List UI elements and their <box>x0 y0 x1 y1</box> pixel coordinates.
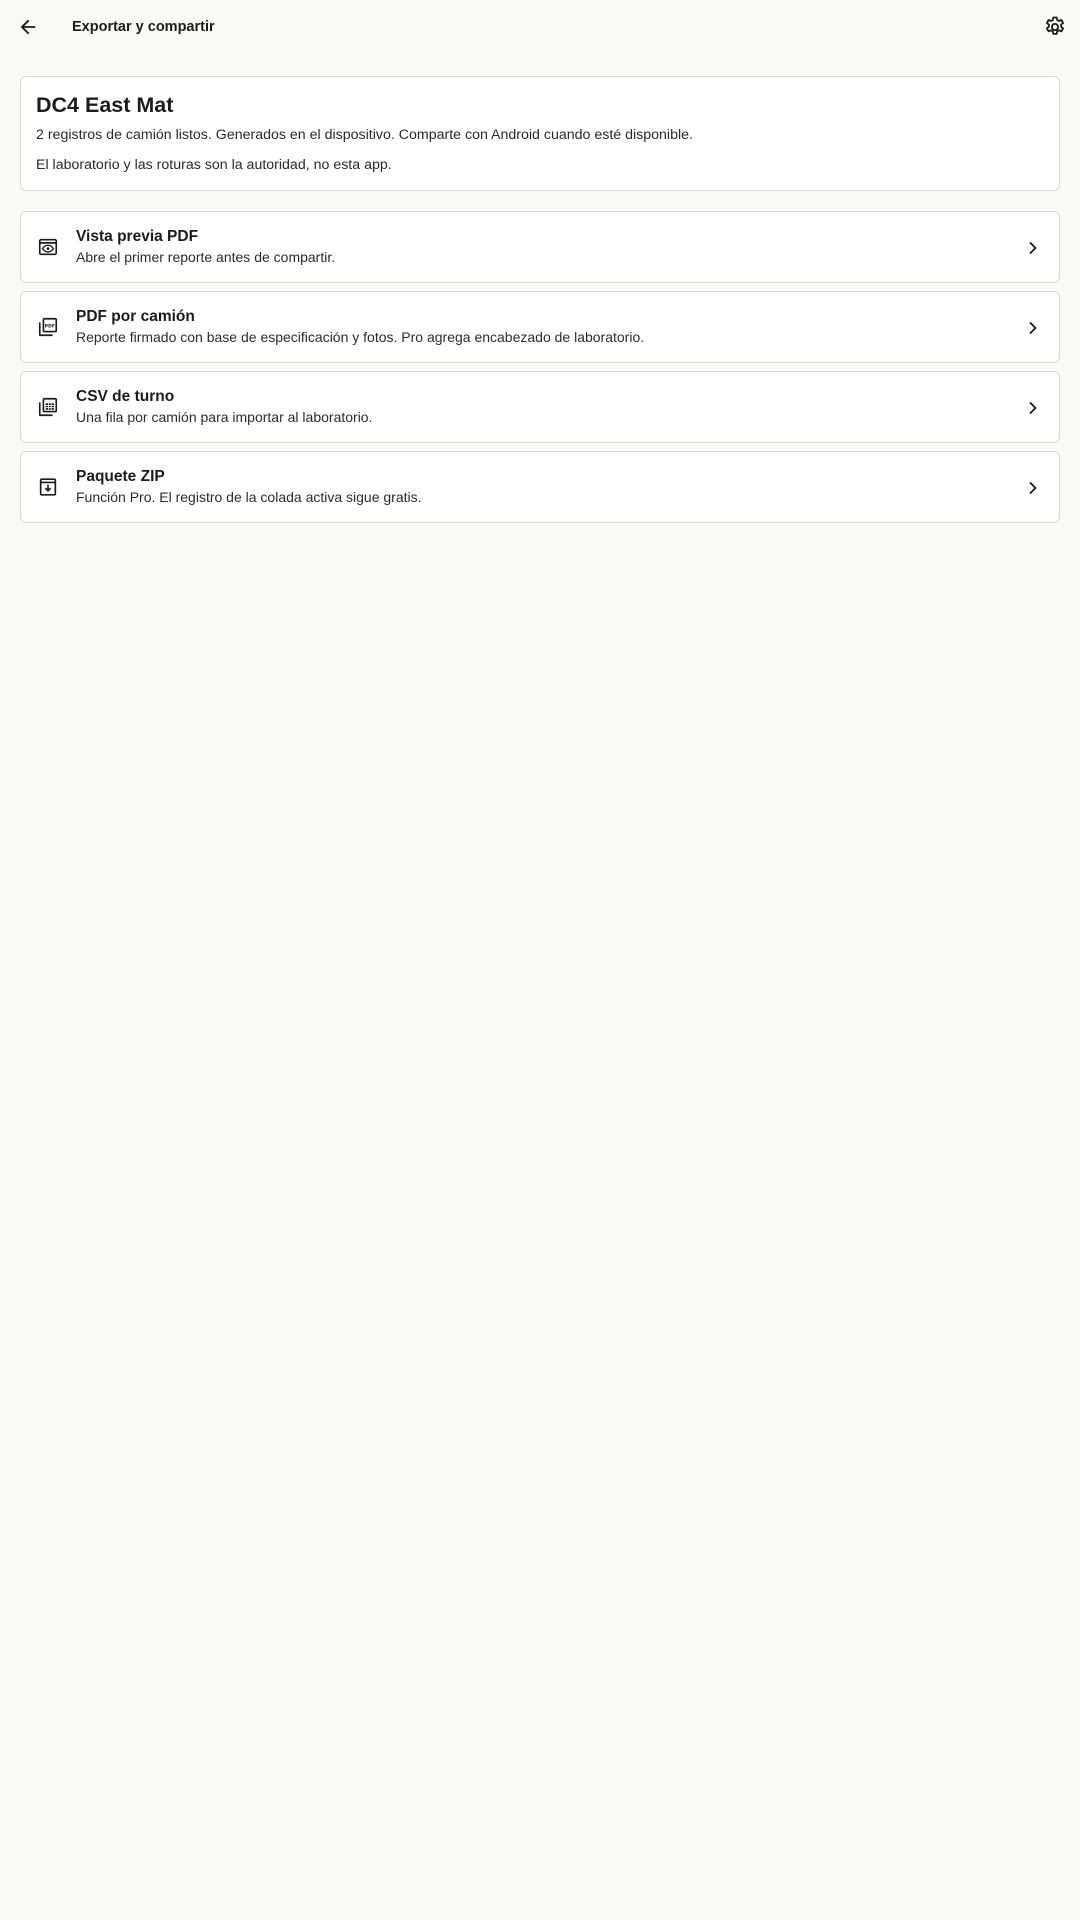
chevron-right-icon <box>1021 396 1045 420</box>
project-summary-card: DC4 East Mat 2 registros de camión listo… <box>20 76 1060 191</box>
authority-disclaimer-text: El laboratorio y las roturas son la auto… <box>36 157 392 173</box>
pdf-per-truck-action[interactable]: PDF PDF por camión Reporte firmado con b… <box>20 291 1060 363</box>
action-title: CSV de turno <box>76 388 175 405</box>
action-title: Paquete ZIP <box>76 468 165 485</box>
pdf-stack-icon: PDF <box>36 315 60 339</box>
archive-download-icon <box>36 475 60 499</box>
page-title: Exportar y compartir <box>72 19 215 35</box>
table-stack-icon <box>36 395 60 419</box>
zip-package-action[interactable]: Paquete ZIP Función Pro. El registro de … <box>20 451 1060 523</box>
action-subtitle: Una fila por camión para importar al lab… <box>76 409 373 425</box>
chevron-right-icon <box>1021 236 1045 260</box>
chevron-right-icon <box>1021 476 1045 500</box>
action-subtitle: Función Pro. El registro de la colada ac… <box>76 489 422 505</box>
export-action-list: Vista previa PDF Abre el primer reporte … <box>20 211 1060 531</box>
arrow-back-icon <box>17 16 39 38</box>
gear-icon <box>1043 15 1067 39</box>
project-name: DC4 East Mat <box>36 93 174 117</box>
eye-preview-icon <box>36 235 60 259</box>
settings-button[interactable] <box>1035 7 1075 47</box>
shift-csv-action[interactable]: CSV de turno Una fila por camión para im… <box>20 371 1060 443</box>
action-text: Vista previa PDF Abre el primer reporte … <box>76 227 976 267</box>
action-subtitle: Reporte firmado con base de especificaci… <box>76 329 645 345</box>
records-status-text: 2 registros de camión listos. Generados … <box>36 127 693 143</box>
chevron-right-icon <box>1021 316 1045 340</box>
action-text: Paquete ZIP Función Pro. El registro de … <box>76 467 976 507</box>
pdf-preview-action[interactable]: Vista previa PDF Abre el primer reporte … <box>20 211 1060 283</box>
svg-text:PDF: PDF <box>45 323 55 329</box>
top-app-bar: Exportar y compartir <box>0 0 1080 56</box>
action-title: PDF por camión <box>76 308 195 325</box>
action-title: Vista previa PDF <box>76 228 199 245</box>
export-share-screen: Exportar y compartir DC4 East Mat 2 regi… <box>0 0 1080 1920</box>
action-text: PDF por camión Reporte firmado con base … <box>76 307 976 347</box>
action-subtitle: Abre el primer reporte antes de comparti… <box>76 249 336 265</box>
back-button[interactable] <box>8 7 48 47</box>
action-text: CSV de turno Una fila por camión para im… <box>76 387 976 427</box>
